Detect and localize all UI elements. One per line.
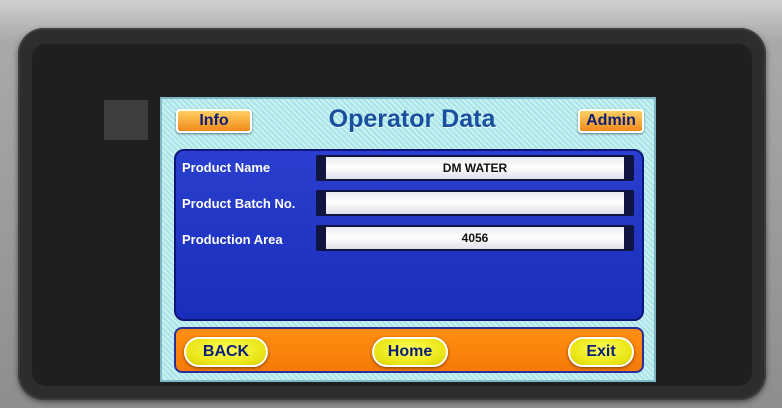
admin-button[interactable]: Admin [578, 109, 644, 133]
production-area-value[interactable]: 4056 [326, 227, 624, 249]
product-batch-value[interactable] [326, 192, 624, 214]
back-button[interactable]: BACK [184, 337, 268, 367]
product-name-field[interactable]: DM WATER [316, 155, 634, 181]
operator-data-panel: Product Name DM WATER Product Batch No. … [174, 149, 644, 321]
product-name-label: Product Name [182, 159, 271, 175]
home-button[interactable]: Home [372, 337, 448, 367]
product-batch-field[interactable] [316, 190, 634, 216]
hmi-screen: Info Operator Data Admin Product Name DM… [160, 97, 656, 382]
product-batch-label: Product Batch No. [182, 195, 296, 211]
navigation-bar: BACK Home Exit [174, 327, 644, 373]
bezel-notch [104, 100, 148, 140]
production-area-label: Production Area [182, 231, 283, 247]
page-title: Operator Data [328, 104, 496, 133]
product-name-value[interactable]: DM WATER [326, 157, 624, 179]
production-area-field[interactable]: 4056 [316, 225, 634, 251]
info-button[interactable]: Info [176, 109, 252, 133]
exit-button[interactable]: Exit [568, 337, 634, 367]
